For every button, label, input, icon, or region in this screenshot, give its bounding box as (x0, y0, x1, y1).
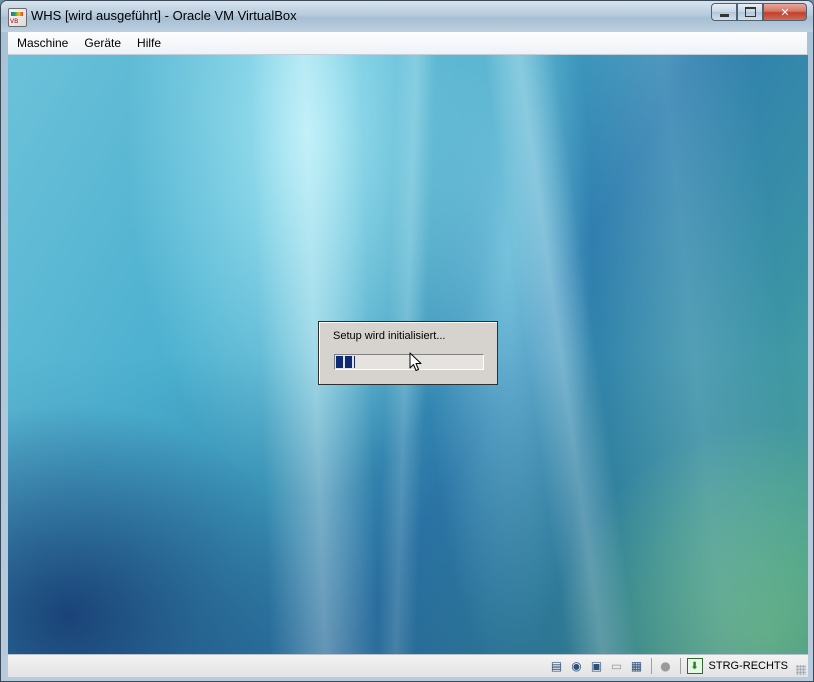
title-bar[interactable]: VB WHS [wird ausgeführt] - Oracle VM Vir… (1, 1, 813, 32)
virtualbox-icon[interactable]: VB (8, 8, 27, 27)
close-button[interactable]: ✕ (763, 3, 807, 21)
minimize-icon (719, 13, 729, 17)
menu-geraete[interactable]: Geräte (76, 32, 129, 54)
status-separator (679, 658, 681, 674)
shared-folders-icon[interactable]: ▭ (609, 658, 625, 674)
hard-disk-icon[interactable]: ▤ (549, 658, 565, 674)
resize-grip[interactable] (796, 665, 806, 675)
setup-dialog: Setup wird initialisiert... (318, 321, 498, 385)
status-bar: ▤ ◉ ▣ ▭ ▦ ● ⬇ STRG-RECHTS (8, 654, 808, 677)
optical-drive-icon[interactable]: ◉ (569, 658, 585, 674)
menu-bar: Maschine Geräte Hilfe (8, 32, 807, 55)
menu-hilfe[interactable]: Hilfe (129, 32, 169, 54)
setup-message: Setup wird initialisiert... (333, 330, 446, 342)
window-controls: ✕ (711, 3, 807, 23)
status-separator (650, 658, 652, 674)
maximize-icon (744, 7, 756, 17)
network-icon[interactable]: ▣ (589, 658, 605, 674)
virtualization-icon[interactable]: ▦ (629, 658, 645, 674)
host-key-icon[interactable]: ⬇ (686, 658, 703, 674)
guest-display[interactable]: Setup wird initialisiert... (8, 55, 808, 654)
minimize-button[interactable] (711, 3, 737, 21)
status-indicators: ▤ ◉ ▣ ▭ ▦ ● ⬇ STRG-RECHTS (549, 657, 788, 675)
host-key-label: STRG-RECHTS (708, 660, 788, 672)
virtualbox-window: VB WHS [wird ausgeführt] - Oracle VM Vir… (0, 0, 814, 682)
progress-fill (336, 356, 355, 368)
mouse-integration-icon[interactable]: ● (658, 658, 674, 674)
close-icon: ✕ (780, 5, 790, 19)
window-title: WHS [wird ausgeführt] - Oracle VM Virtua… (31, 8, 297, 23)
mouse-cursor-icon (409, 352, 422, 371)
maximize-button[interactable] (737, 3, 763, 21)
menu-maschine[interactable]: Maschine (8, 32, 76, 54)
